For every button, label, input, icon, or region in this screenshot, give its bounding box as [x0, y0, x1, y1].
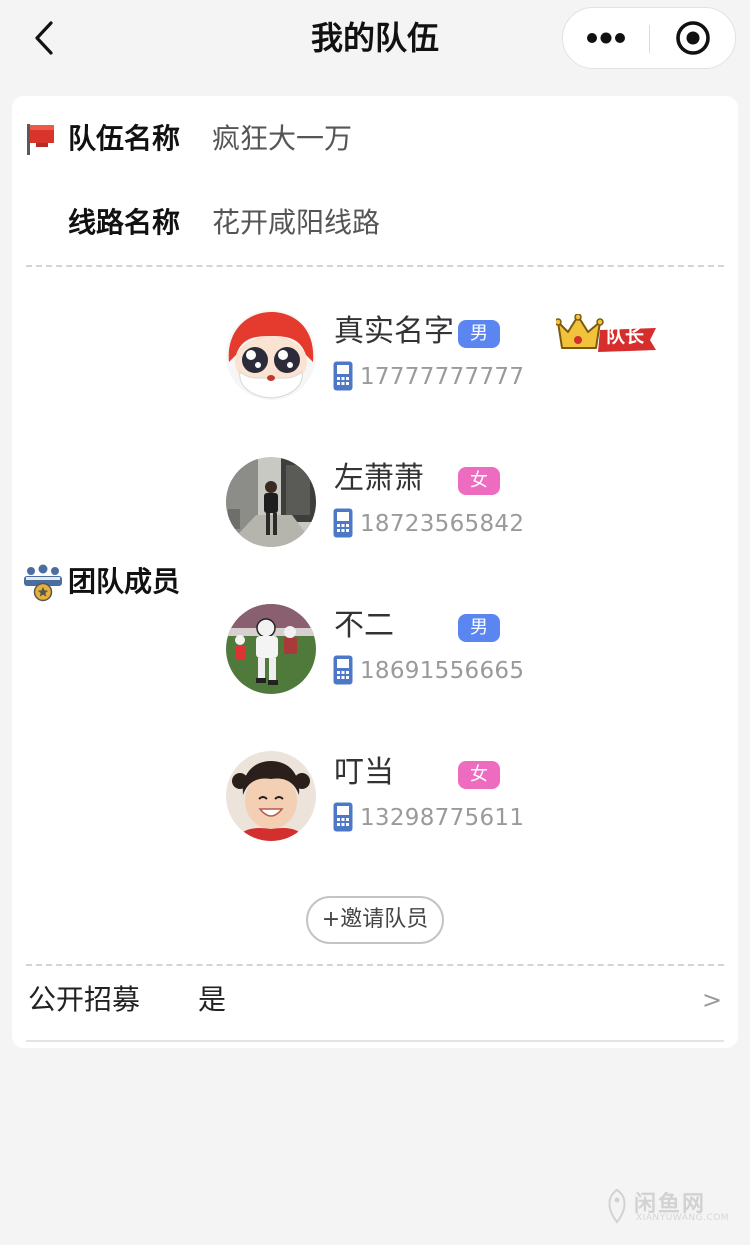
close-miniprogram-button[interactable]	[650, 8, 736, 68]
target-circle-icon	[676, 21, 710, 55]
more-button[interactable]	[563, 8, 649, 68]
phone-icon	[333, 361, 353, 391]
avatar	[226, 604, 316, 694]
member-name: 叮当	[334, 755, 394, 790]
chevron-right-icon: >	[702, 986, 723, 1014]
member-phone: 17777777777	[360, 364, 525, 390]
phone-icon	[333, 508, 353, 538]
avatar	[226, 751, 316, 841]
captain-badge-label: 队长	[606, 325, 645, 347]
nav-bar: 我的队伍	[0, 0, 750, 80]
team-members-icon	[24, 564, 62, 602]
watermark-logo: 闲鱼网 XIANYUWANG.COM	[602, 1186, 736, 1228]
member-name: 左萧萧	[334, 461, 424, 496]
avatar	[226, 457, 316, 547]
public-recruit-row[interactable]: 公开招募 是 >	[12, 968, 738, 1040]
route-name-value: 花开咸阳线路	[212, 206, 381, 239]
more-dots-icon	[587, 32, 625, 44]
member-item[interactable]: 叮当 女 13298775611	[226, 751, 706, 851]
gender-badge: 男	[458, 614, 500, 642]
gender-badge: 女	[458, 761, 500, 789]
member-name: 真实名字	[334, 314, 454, 349]
member-phone: 13298775611	[360, 805, 525, 831]
member-name: 不二	[334, 608, 394, 643]
member-phone: 18723565842	[360, 511, 525, 537]
route-name-label: 线路名称	[68, 206, 181, 239]
team-name-value: 疯狂大一万	[212, 122, 353, 155]
public-recruit-value: 是	[198, 983, 227, 1016]
team-card: 队伍名称 疯狂大一万 线路名称 花开咸阳线路 团队成员 真实名字 男 17777…	[12, 96, 738, 1048]
watermark-subtext: XIANYUWANG.COM	[636, 1213, 730, 1223]
member-item[interactable]: 真实名字 男 17777777777 队长	[226, 310, 706, 410]
gender-badge: 男	[458, 320, 500, 348]
invite-member-button[interactable]: +邀请队员	[306, 896, 444, 944]
team-members-label: 团队成员	[68, 565, 181, 598]
member-item[interactable]: 左萧萧 女 18723565842	[226, 457, 706, 557]
member-item[interactable]: 不二 男 18691556665	[226, 604, 706, 704]
phone-icon	[333, 802, 353, 832]
captain-badge: 队长	[556, 314, 656, 354]
avatar	[226, 310, 316, 400]
public-recruit-label: 公开招募	[28, 983, 141, 1016]
member-phone: 18691556665	[360, 658, 525, 684]
team-name-label: 队伍名称	[68, 122, 181, 155]
phone-icon	[333, 655, 353, 685]
divider-dashed	[26, 964, 724, 966]
fish-logo-icon	[608, 1188, 626, 1224]
divider-solid	[26, 1040, 724, 1042]
mini-program-capsule	[562, 7, 736, 69]
flag-icon	[27, 124, 54, 155]
gender-badge: 女	[458, 467, 500, 495]
divider-dashed	[26, 265, 724, 267]
